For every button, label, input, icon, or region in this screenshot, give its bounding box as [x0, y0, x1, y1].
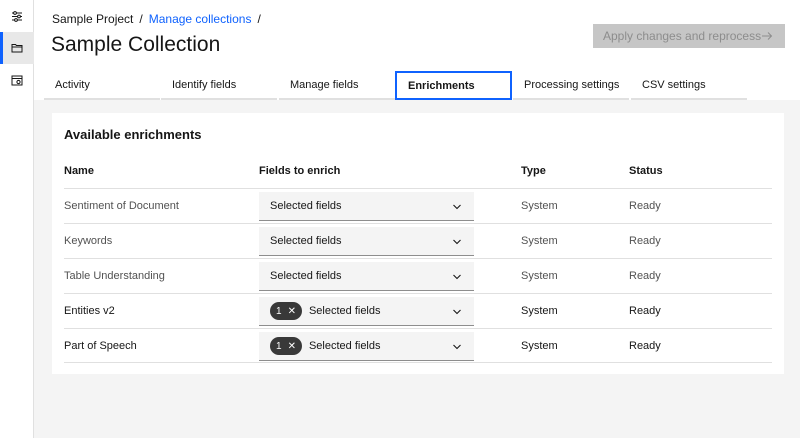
apply-changes-label: Apply changes and reprocess [603, 29, 762, 43]
dropdown-label: Selected fields [270, 200, 342, 212]
enrichments-panel: Available enrichments Name Fields to enr… [52, 113, 784, 374]
fields-dropdown[interactable]: 1 ✕ Selected fields [259, 332, 474, 361]
dropdown-label: Selected fields [308, 305, 381, 317]
close-icon[interactable]: ✕ [288, 341, 296, 352]
page-header: Sample Project / Manage collections / Sampl… [34, 0, 800, 100]
selected-count-tag[interactable]: 1 ✕ [270, 337, 302, 355]
dropdown-label: Selected fields [270, 235, 342, 247]
panel-title: Available enrichments [64, 127, 202, 142]
selected-count-tag[interactable]: 1 ✕ [270, 302, 302, 320]
tab-csv-settings[interactable]: CSV settings [631, 71, 747, 100]
column-header-type: Type [521, 165, 546, 177]
breadcrumb-project[interactable]: Sample Project [52, 12, 133, 26]
settings-sliders-icon [12, 11, 22, 22]
enrichment-name: Part of Speech [64, 340, 137, 352]
breadcrumb-separator: / [257, 12, 261, 26]
table-row: Keywords Selected fields System Ready [64, 223, 772, 258]
tab-activity[interactable]: Activity [44, 71, 160, 100]
table-row: Sentiment of Document Selected fields Sy… [64, 188, 772, 223]
tab-processing-settings[interactable]: Processing settings [513, 71, 629, 100]
enrichment-name: Table Understanding [64, 270, 165, 282]
page-title: Sample Collection [51, 33, 221, 56]
chevron-down-icon [453, 204, 461, 210]
enrichment-name: Keywords [64, 235, 113, 247]
tab-enrichments[interactable]: Enrichments [395, 71, 512, 100]
enrichment-type: System [521, 235, 558, 247]
tab-identify-fields[interactable]: Identify fields [161, 71, 277, 100]
table-row: Entities v2 1 ✕ Selected fields System R… [64, 293, 772, 328]
enrichment-type: System [521, 270, 558, 282]
breadcrumb-manage-collections-link[interactable]: Manage collections [149, 12, 252, 26]
selected-count: 1 [276, 305, 282, 317]
breadcrumb-separator: / [139, 12, 143, 26]
chevron-down-icon [453, 309, 461, 315]
selected-count: 1 [276, 340, 282, 352]
column-header-name: Name [64, 165, 94, 177]
enrichment-status: Ready [629, 305, 661, 317]
table-row: Part of Speech 1 ✕ Selected fields Syste… [64, 328, 772, 363]
enrichment-type: System [521, 305, 558, 317]
column-header-fields: Fields to enrich [259, 165, 341, 177]
fields-dropdown[interactable]: Selected fields [259, 262, 474, 291]
close-icon[interactable]: ✕ [288, 306, 296, 317]
enrichment-type: System [521, 340, 558, 352]
side-nav [0, 0, 34, 438]
chevron-down-icon [453, 274, 461, 280]
enrichment-status: Ready [629, 340, 661, 352]
chevron-down-icon [453, 344, 461, 350]
arrow-right-icon [762, 32, 773, 40]
enrichment-type: System [521, 200, 558, 212]
side-nav-item-collections[interactable] [0, 32, 34, 64]
calendar-settings-icon [11, 75, 23, 86]
enrichment-name: Entities v2 [64, 305, 115, 317]
chevron-down-icon [453, 239, 461, 245]
enrichment-status: Ready [629, 235, 661, 247]
enrichment-name: Sentiment of Document [64, 200, 179, 212]
fields-dropdown[interactable]: 1 ✕ Selected fields [259, 297, 474, 326]
dropdown-label: Selected fields [270, 270, 342, 282]
folder-icon [11, 44, 23, 53]
enrichment-status: Ready [629, 200, 661, 212]
side-nav-item-settings[interactable] [0, 0, 34, 32]
table-row: Table Understanding Selected fields Syst… [64, 258, 772, 293]
side-nav-item-schedule[interactable] [0, 64, 34, 96]
fields-dropdown[interactable]: Selected fields [259, 227, 474, 256]
enrichment-status: Ready [629, 270, 661, 282]
column-header-status: Status [629, 165, 663, 177]
apply-changes-button[interactable]: Apply changes and reprocess [593, 24, 785, 48]
tab-manage-fields[interactable]: Manage fields [279, 71, 395, 100]
dropdown-label: Selected fields [308, 340, 381, 352]
fields-dropdown[interactable]: Selected fields [259, 192, 474, 221]
breadcrumb: Sample Project / Manage collections / [52, 12, 267, 26]
